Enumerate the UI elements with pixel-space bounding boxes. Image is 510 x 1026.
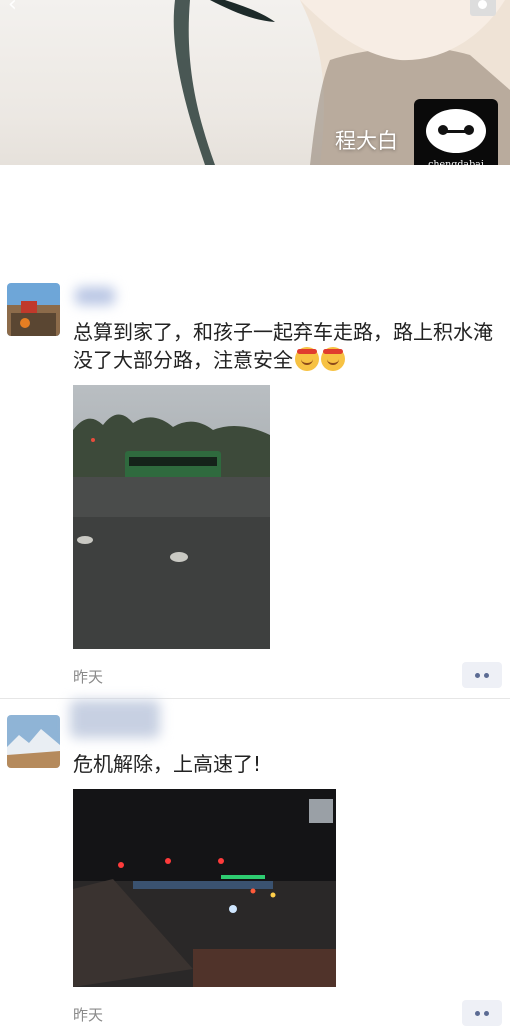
emoji-icon [321,347,345,371]
emoji-icon [295,347,319,371]
profile-avatar[interactable]: chengdabai [414,99,498,165]
post-text: 危机解除，上高速了! [73,752,262,776]
post-photo[interactable] [73,385,270,649]
cover-image[interactable]: ‹ 程大白 chengdabai [0,0,510,165]
more-button[interactable] [462,1000,502,1026]
avatar[interactable] [7,715,60,768]
avatar-image [7,283,60,336]
more-button[interactable] [462,662,502,688]
camera-icon[interactable] [470,0,496,16]
post-photo[interactable] [73,789,336,987]
profile-name[interactable]: 程大白 [335,125,398,155]
toll-station-photo [73,789,336,987]
flood-photo [73,385,270,649]
author-name[interactable] [75,287,115,305]
avatar[interactable] [7,283,60,336]
author-name[interactable] [70,700,160,738]
post-text: 总算到家了，和孩子一起弃车走路，路上积水淹没了大部分路，注意安全 [73,320,493,372]
baymax-eye-bar [444,130,468,133]
divider [0,698,510,699]
timestamp: 昨天 [73,1006,104,1024]
timestamp: 昨天 [73,668,104,686]
avatar-image [7,715,60,768]
avatar-label: chengdabai [428,159,484,165]
